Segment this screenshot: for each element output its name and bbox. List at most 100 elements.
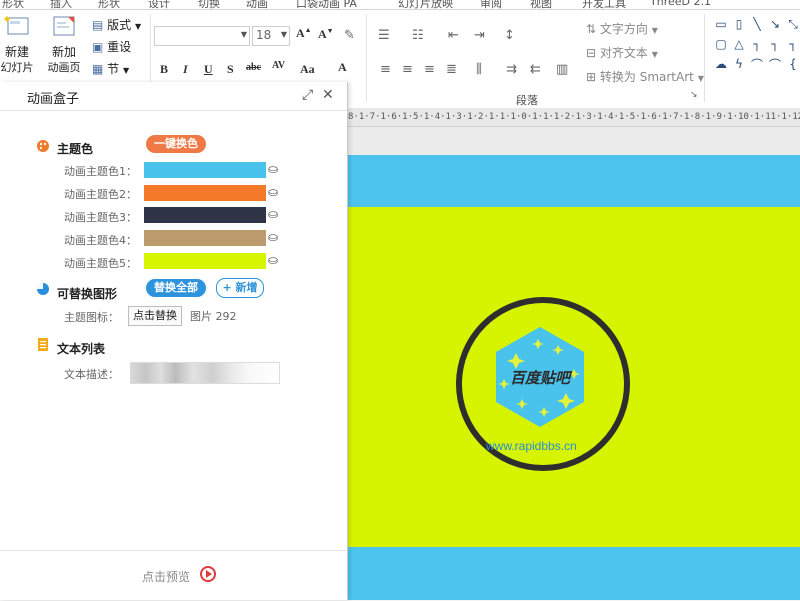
font-size-select[interactable]: 18 ▼	[252, 26, 290, 46]
reset-label: 重设	[107, 40, 132, 54]
paint-bucket-icon[interactable]: ⛀	[268, 207, 278, 221]
grow-font-icon[interactable]: A▲	[296, 26, 312, 41]
theme-color-swatch-5[interactable]	[144, 253, 266, 269]
font-family-select[interactable]: ▼	[154, 26, 250, 46]
tab-design[interactable]: 设计	[148, 0, 170, 9]
font-color-icon[interactable]: A	[338, 60, 347, 75]
theme-color-swatch-3[interactable]	[144, 207, 266, 223]
new-slide-label: 新建	[4, 45, 29, 59]
theme-color-label-3: 动画主题色3：	[64, 211, 137, 224]
reset-button[interactable]: ▣ 重设	[92, 38, 131, 55]
layout-button[interactable]: ▤ 版式 ▼	[92, 16, 141, 33]
underline-icon[interactable]: U	[204, 62, 213, 77]
rounded-rect-shape-icon[interactable]: ▢	[714, 37, 728, 51]
logo-hexagon[interactable]: 百度贴吧	[486, 323, 594, 431]
columns-icon[interactable]: ▥	[556, 62, 568, 77]
numbering-icon[interactable]: ☷	[412, 28, 424, 43]
preview-bar: 点击预览	[0, 550, 347, 601]
layout-icon: ▤	[92, 18, 104, 32]
chevron-down-icon: ▼	[651, 26, 658, 35]
chevron-down-icon: ▼	[240, 30, 247, 39]
new-slide-button[interactable]: 新建 幻灯片	[0, 14, 34, 76]
paint-bucket-icon[interactable]: ⛀	[268, 230, 278, 244]
curve-shape-icon[interactable]: ⌒	[750, 58, 764, 72]
bullets-icon[interactable]: ☰	[378, 28, 390, 43]
align-center-icon[interactable]: ≡	[402, 62, 413, 77]
align-left-icon[interactable]: ≡	[380, 62, 391, 77]
one-click-recolor-button[interactable]: 一键换色	[146, 135, 206, 153]
horizontal-ruler[interactable]: 8·1·7·1·6·1·5·1·4·1·3·1·2·1·1·1·0·1·1·1·…	[348, 108, 800, 127]
ruler-ticks: 8·1·7·1·6·1·5·1·4·1·3·1·2·1·1·1·0·1·1·1·…	[348, 112, 800, 122]
triangle-shape-icon[interactable]: △	[732, 37, 746, 51]
convert-smartart-button[interactable]: ⊞ 转换为 SmartArt ▼	[586, 68, 704, 85]
line-shape-icon[interactable]: ╲	[750, 17, 764, 31]
click-replace-button[interactable]: 点击替换	[128, 306, 182, 326]
elbow-connector-shape-icon[interactable]: ┐	[750, 37, 764, 51]
justify-icon[interactable]: ≣	[446, 62, 457, 77]
add-new-button[interactable]: + 新增	[216, 278, 264, 298]
vertical-textbox-shape-icon[interactable]: ▯	[732, 17, 746, 31]
strikethrough-icon[interactable]: abc	[246, 62, 261, 73]
elbow-double-arrow-shape-icon[interactable]: ┐	[786, 37, 800, 51]
paint-bucket-icon[interactable]: ⛀	[268, 185, 278, 199]
tab-slideshow[interactable]: 幻灯片放映	[398, 0, 453, 9]
theme-color-swatch-1[interactable]	[144, 162, 266, 178]
tab-0[interactable]: 形状	[2, 0, 24, 9]
tab-insert[interactable]: 插入	[50, 0, 72, 9]
text-direction-button[interactable]: ⇅ 文字方向 ▼	[586, 20, 658, 37]
text-desc-input[interactable]	[130, 362, 280, 384]
slide[interactable]: 百度贴吧 www.rapidbbs.cn	[348, 155, 800, 600]
textbox-shape-icon[interactable]: ▭	[714, 17, 728, 31]
tab-threed[interactable]: ThreeD 2.1	[650, 0, 711, 8]
tab-view[interactable]: 视图	[530, 0, 552, 9]
tab-animation[interactable]: 动画	[246, 0, 268, 9]
bold-icon[interactable]: B	[160, 62, 168, 77]
new-slide-icon	[4, 16, 29, 35]
replace-all-button[interactable]: 替换全部	[146, 279, 206, 297]
arrow-shape-icon[interactable]: ↘	[768, 17, 782, 31]
tab-shape[interactable]: 形状	[98, 0, 120, 9]
theme-color-swatch-2[interactable]	[144, 185, 266, 201]
close-icon[interactable]: ✕	[322, 87, 334, 103]
preview-label[interactable]: 点击预览	[142, 568, 190, 585]
logo-text: 百度贴吧	[509, 369, 570, 387]
arc-shape-icon[interactable]: ⌒	[768, 58, 782, 72]
section-button[interactable]: ▦ 节 ▼	[92, 60, 129, 77]
restore-icon[interactable]: ⤢	[302, 87, 313, 103]
shadow-icon[interactable]: S	[227, 62, 234, 77]
ltr-icon[interactable]: ⇉	[506, 62, 517, 77]
theme-color-swatch-4[interactable]	[144, 230, 266, 246]
char-spacing-icon[interactable]: AV	[272, 60, 285, 71]
picture-name: 图片 292	[190, 310, 237, 323]
align-text-button[interactable]: ⊟ 对齐文本 ▼	[586, 44, 658, 61]
paint-bucket-icon[interactable]: ⛀	[268, 162, 278, 176]
tab-developer[interactable]: 开发工具	[582, 0, 626, 9]
text-direction-label: 文字方向	[599, 22, 648, 36]
new-slide-sub-label: 幻灯片	[0, 61, 34, 74]
tab-transition[interactable]: 切换	[198, 0, 220, 9]
brace-shape-icon[interactable]: {	[786, 57, 800, 71]
shrink-font-icon[interactable]: A▼	[318, 27, 334, 42]
decrease-indent-icon[interactable]: ⇤	[448, 28, 459, 43]
elbow-arrow-shape-icon[interactable]: ┐	[768, 37, 782, 51]
add-anim-page-button[interactable]: 新加 动画页	[42, 14, 86, 76]
lightning-shape-icon[interactable]: ϟ	[732, 57, 746, 71]
clear-format-icon[interactable]: ✎	[344, 28, 355, 43]
align-right-icon[interactable]: ≡	[424, 62, 435, 77]
play-icon[interactable]	[200, 566, 216, 582]
text-list-title: 文本列表	[57, 342, 106, 356]
distribute-icon[interactable]: ⫼	[476, 62, 482, 77]
rtl-icon[interactable]: ⇇	[530, 62, 541, 77]
theme-color-title: 主题色	[57, 142, 94, 156]
paint-bucket-icon[interactable]: ⛀	[268, 253, 278, 267]
dialog-launcher-icon[interactable]: ↘	[690, 90, 698, 100]
line-spacing-icon[interactable]: ↕	[504, 28, 515, 43]
tab-pocket-anim[interactable]: 口袋动画 PA	[296, 0, 357, 9]
tab-review[interactable]: 审阅	[480, 0, 502, 9]
increase-indent-icon[interactable]: ⇥	[474, 28, 485, 43]
cloud-shape-icon[interactable]: ☁	[714, 57, 728, 71]
change-case-icon[interactable]: Aa	[300, 62, 315, 77]
italic-icon[interactable]: I	[183, 62, 188, 77]
double-arrow-shape-icon[interactable]: ⤡	[786, 17, 800, 31]
slide-canvas[interactable]: 百度贴吧 www.rapidbbs.cn	[348, 127, 800, 600]
